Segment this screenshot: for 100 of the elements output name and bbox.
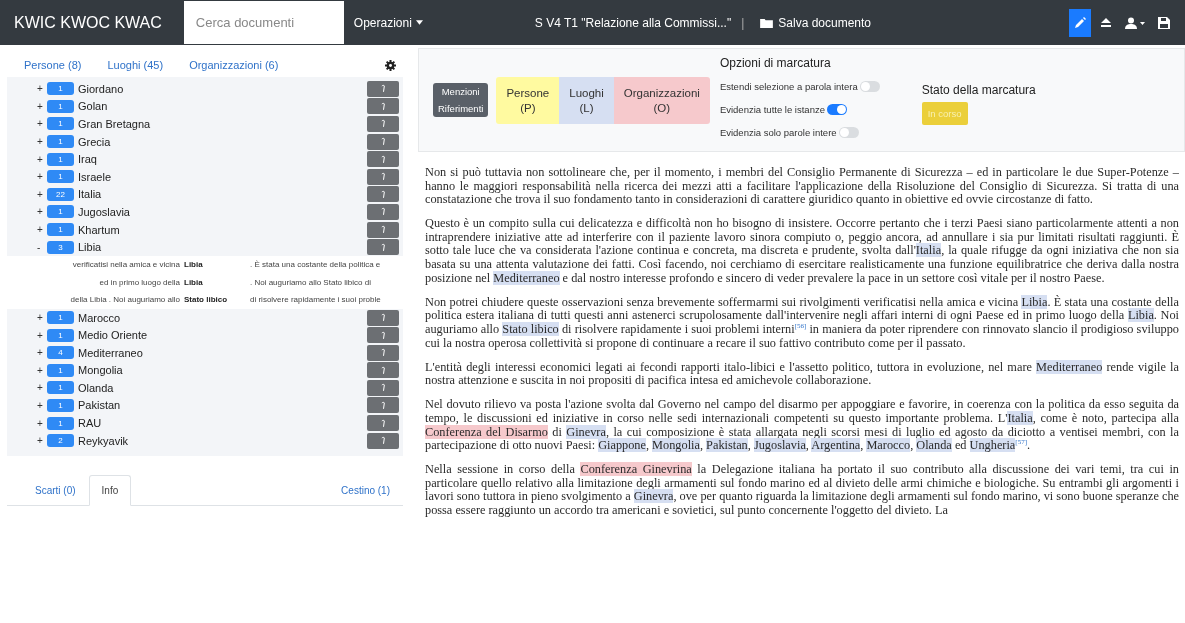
place-mention[interactable]: Mediterraneo <box>493 270 560 285</box>
place-mention[interactable]: Pakistan <box>706 438 748 453</box>
tree-item[interactable]: Jugoslavia <box>78 205 130 218</box>
count-badge: 1 <box>47 381 74 395</box>
info-button[interactable] <box>367 432 399 449</box>
mode-button[interactable]: Menzioni <box>433 83 489 100</box>
info-button[interactable] <box>367 309 399 326</box>
panel-tab[interactable]: Scarti (0) <box>22 475 89 506</box>
info-button[interactable] <box>367 344 399 361</box>
toggle-switch[interactable] <box>838 126 859 138</box>
expand-toggle[interactable]: + <box>37 329 47 341</box>
expand-toggle[interactable]: + <box>37 188 47 200</box>
tree-item[interactable]: Iraq <box>78 153 97 166</box>
tree-item[interactable]: Pakistan <box>78 399 121 412</box>
tree-item[interactable]: Italia <box>78 188 102 201</box>
app-brand[interactable]: KWIC KWOC KWAC <box>0 13 184 32</box>
info-button[interactable] <box>367 186 399 203</box>
expand-toggle[interactable]: + <box>37 136 47 148</box>
place-mention[interactable]: Ungheria <box>969 438 1016 453</box>
tree-item[interactable]: Medio Oriente <box>78 329 148 342</box>
entity-tab[interactable]: Organizzazioni (6) <box>189 59 279 71</box>
context-text: . È stata una costante della politica e <box>250 260 382 270</box>
organization-mention[interactable]: Conferenza Ginevrina <box>580 462 692 477</box>
tree-item[interactable]: Reykyavik <box>78 434 129 447</box>
place-mention[interactable]: Giappone <box>598 438 646 453</box>
info-button[interactable] <box>367 362 399 379</box>
count-badge: 1 <box>47 205 74 219</box>
category-button[interactable]: Persone (P) <box>496 76 560 124</box>
expand-toggle[interactable]: + <box>37 118 47 130</box>
place-mention[interactable]: Olanda <box>916 438 952 453</box>
tree-item[interactable]: Golan <box>78 100 108 113</box>
info-button[interactable] <box>367 98 399 115</box>
tree-item[interactable]: Giordano <box>78 82 124 95</box>
info-button[interactable] <box>367 239 399 256</box>
place-mention[interactable]: Mediterraneo <box>1036 359 1103 374</box>
organization-mention[interactable]: Conferenza del Disarmo <box>425 424 548 439</box>
info-button[interactable] <box>367 415 399 432</box>
category-button[interactable]: Organizzazioni (O) <box>613 76 710 124</box>
info-button[interactable] <box>367 379 399 396</box>
info-button[interactable] <box>367 80 399 97</box>
count-badge: 1 <box>47 223 74 237</box>
tree-item[interactable]: Khartum <box>78 223 120 236</box>
toggle-switch[interactable] <box>826 103 847 115</box>
pencil-button[interactable] <box>1069 8 1091 37</box>
expand-toggle[interactable]: + <box>37 347 47 359</box>
panel-tab[interactable]: Info <box>88 475 132 506</box>
tree-item[interactable]: Gran Bretagna <box>78 118 151 130</box>
info-button[interactable] <box>367 203 399 220</box>
save-document-button[interactable]: Salva documento <box>754 14 878 31</box>
place-mention[interactable]: Jugoslavia <box>753 438 806 453</box>
place-mention[interactable]: Mongolia <box>652 438 700 453</box>
count-badge: 1 <box>47 416 74 430</box>
context-text: . Noi auguriamo allo Stato libico di <box>250 277 372 287</box>
tree-item[interactable]: Marocco <box>78 311 121 324</box>
tree-item[interactable]: Mediterraneo <box>78 346 143 359</box>
place-mention[interactable]: Ginevra <box>566 424 606 439</box>
count-badge: 1 <box>47 82 74 96</box>
expand-toggle[interactable]: + <box>37 171 47 183</box>
expand-toggle[interactable]: + <box>37 417 47 429</box>
count-badge: 1 <box>47 170 74 184</box>
expand-toggle[interactable]: + <box>37 83 47 95</box>
toggle-switch[interactable] <box>859 80 880 92</box>
info-button[interactable] <box>367 151 399 168</box>
count-badge: 1 <box>47 399 74 412</box>
expand-toggle[interactable]: + <box>37 400 47 411</box>
category-button[interactable]: Luoghi (L) <box>559 76 614 124</box>
entity-tab[interactable]: Persone (8) <box>24 59 82 71</box>
place-mention[interactable]: Italia <box>1007 410 1033 425</box>
info-button[interactable] <box>367 327 399 344</box>
expand-toggle[interactable]: + <box>37 382 47 394</box>
upload-icon <box>1100 16 1112 29</box>
context-text: della Libia . Noi auguriamo allo <box>69 295 181 305</box>
document-paragraph: Non si può tuttavia non sottolineare che, per il momento, i membri del Consiglio Permanente di Sicurezza – ed in particolare le due Super-Potenze – hanno le maggiori responsabilità nella ricerca dei mezzi atti a facilitare l'applicazione della Risoluzione del Consiglio di Sicurezza. Si tratta di una constatazione che trova il suo fondamento tanto in considerazioni di carattere giuridico quanto in obiettive ed ovvie circostanze di fatto. <box>425 166 1179 207</box>
info-button[interactable] <box>367 221 399 238</box>
tree-item[interactable]: Olanda <box>78 381 114 394</box>
expand-toggle[interactable]: + <box>37 153 47 165</box>
info-button[interactable] <box>367 133 399 150</box>
tree-item[interactable]: Israele <box>78 170 112 183</box>
expand-toggle[interactable]: + <box>37 364 47 376</box>
tree-item[interactable]: Mongolia <box>78 364 123 377</box>
tree-item[interactable]: Libia <box>78 241 102 254</box>
place-mention[interactable]: Libia <box>1127 308 1154 323</box>
expand-toggle[interactable]: + <box>37 224 47 236</box>
place-mention[interactable]: Stato libico <box>502 321 559 336</box>
expand-toggle[interactable]: - <box>37 241 47 253</box>
expand-toggle[interactable]: + <box>37 100 47 112</box>
info-button[interactable] <box>367 116 399 132</box>
mode-button[interactable]: Riferimenti <box>433 100 489 117</box>
expand-toggle[interactable]: + <box>37 435 47 447</box>
panel-tab[interactable]: Cestino (1) <box>328 475 403 506</box>
info-button[interactable] <box>367 397 399 414</box>
tree-item[interactable]: RAU <box>78 417 102 430</box>
expand-toggle[interactable]: + <box>37 312 47 323</box>
settings-icon[interactable] <box>385 59 396 71</box>
search-field[interactable]: Cerca documenti <box>183 1 344 44</box>
tree-item[interactable]: Grecia <box>78 135 111 148</box>
entity-tab[interactable]: Luoghi (45) <box>107 59 164 71</box>
expand-toggle[interactable]: + <box>37 206 47 218</box>
operations-menu[interactable]: Operazioni <box>343 0 433 45</box>
info-button[interactable] <box>367 168 399 185</box>
